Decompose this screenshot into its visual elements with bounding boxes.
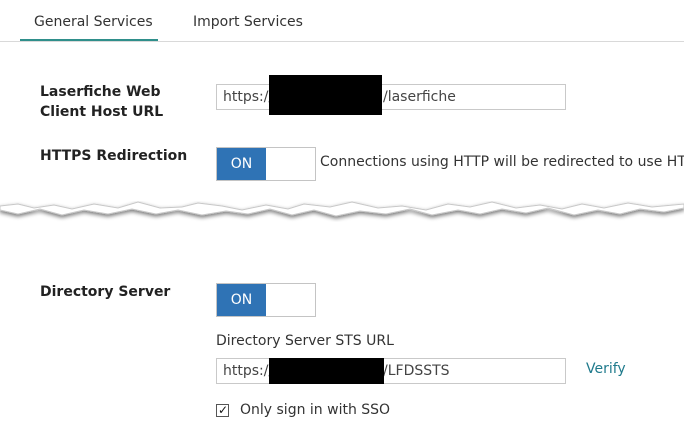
https-redirection-label: HTTPS Redirection (40, 148, 188, 164)
sts-url-suffix: /LFDSSTS (383, 363, 450, 379)
web-client-url-suffix: /laserfiche (383, 89, 456, 105)
redaction-block (269, 75, 382, 115)
torn-edge-divider (0, 201, 684, 217)
web-client-host-url-label: Laserfiche Web Client Host URL (40, 84, 164, 120)
sso-only-checkbox[interactable]: ✓ (216, 403, 229, 417)
sts-url-prefix: https:// (223, 363, 274, 379)
directory-server-sts-url-label: Directory Server STS URL (216, 333, 394, 349)
verify-link[interactable]: Verify (586, 361, 626, 377)
redaction-block (269, 358, 384, 384)
tab-general-services[interactable]: General Services (34, 14, 153, 30)
https-redirection-toggle[interactable]: ON (216, 147, 316, 181)
directory-server-toggle[interactable]: ON (216, 283, 316, 317)
https-redirection-help-text: Connections using HTTP will be redirecte… (320, 154, 684, 170)
web-client-url-prefix: https:// (223, 89, 274, 105)
tab-divider (0, 41, 684, 42)
check-icon: ✓ (218, 403, 229, 417)
https-toggle-on: ON (217, 148, 266, 180)
directory-server-label: Directory Server (40, 284, 171, 300)
sso-only-label: Only sign in with SSO (240, 402, 391, 418)
directory-toggle-on: ON (217, 284, 266, 316)
tab-bar: General Services Import Services (0, 0, 684, 42)
tab-import-services[interactable]: Import Services (193, 14, 303, 30)
